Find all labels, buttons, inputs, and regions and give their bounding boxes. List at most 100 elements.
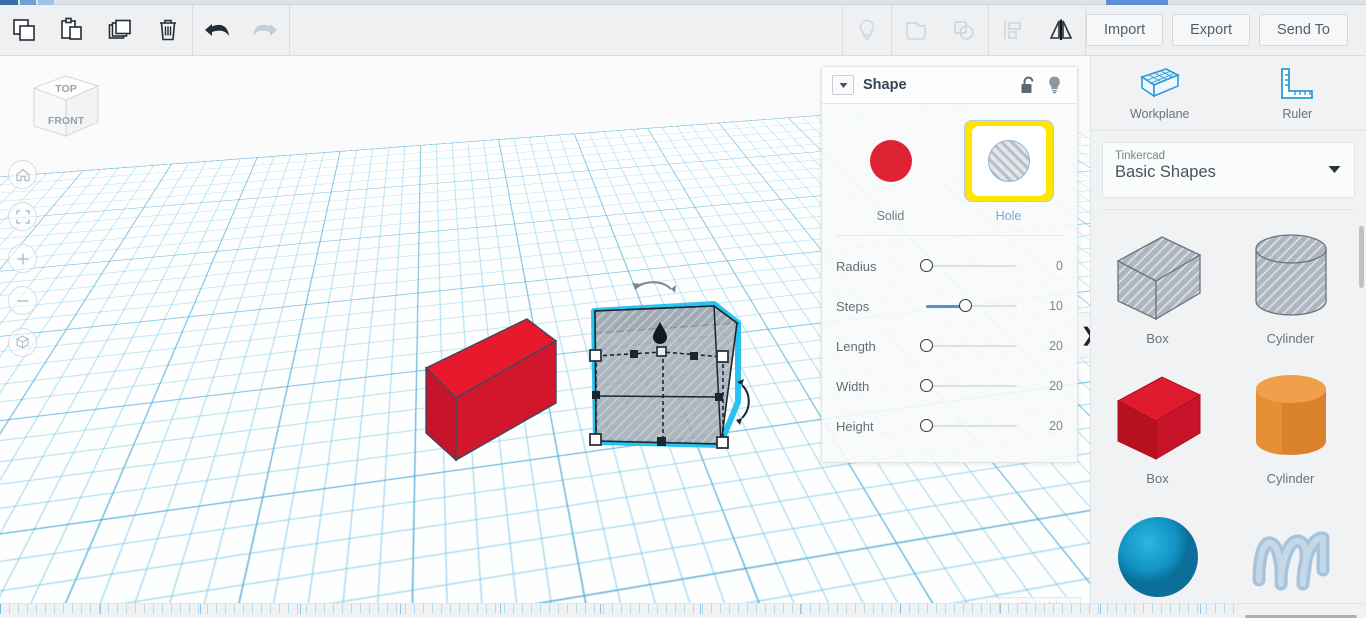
width-label: Width	[836, 378, 870, 394]
length-value[interactable]: 20	[1033, 339, 1063, 353]
undo-button[interactable]	[193, 5, 241, 56]
export-button[interactable]: Export	[1172, 14, 1251, 46]
hole-box[interactable]	[578, 278, 753, 453]
hole-mode-option[interactable]: Hole	[963, 120, 1055, 223]
height-slider[interactable]	[916, 416, 1025, 436]
object-tools-group	[843, 4, 1085, 56]
shape-sphere-blue[interactable]: Sphere	[1091, 496, 1224, 603]
length-slider[interactable]	[916, 336, 1025, 356]
align-button[interactable]	[989, 5, 1037, 56]
shape-properties-list: Radius 0 Steps 10 Length 20 Width 20 Height 20	[822, 236, 1077, 462]
view-cube[interactable]: TOP FRONT	[22, 70, 104, 152]
radius-slider[interactable]	[916, 256, 1025, 276]
shape-box-red-label: Box	[1146, 470, 1169, 486]
shape-gallery[interactable]: Box Cylinder Box Cylinder Sphere Scribbl…	[1091, 216, 1366, 603]
group-icon	[906, 22, 926, 40]
width-value[interactable]: 20	[1033, 379, 1063, 393]
lock-toggle-button[interactable]	[1015, 73, 1041, 97]
shape-panel-collapse-button[interactable]	[832, 75, 854, 95]
zoom-out-button[interactable]	[8, 286, 37, 315]
height-slider-track	[926, 425, 1017, 427]
sphere-blue-thumbnail-icon	[1114, 507, 1202, 604]
perspective-toggle-button[interactable]	[8, 328, 37, 357]
steps-slider[interactable]	[916, 296, 1025, 316]
group-button[interactable]	[892, 5, 940, 56]
ungroup-button[interactable]	[940, 5, 988, 56]
lightbulb-icon	[859, 19, 875, 41]
hole-pattern-swatch	[987, 140, 1030, 182]
shape-panel-header: Shape	[822, 67, 1077, 104]
shape-cylinder-orange[interactable]: Cylinder	[1224, 356, 1357, 496]
zoom-in-button[interactable]	[8, 244, 37, 273]
ruler-tool[interactable]: Ruler	[1229, 56, 1366, 130]
height-label: Height	[836, 418, 874, 434]
tinkercad-editor: Import Export Send To TOP FRONT Shape So…	[0, 0, 1366, 618]
shape-box-hole-label: Box	[1146, 330, 1169, 346]
workplane-tool[interactable]: Workplane	[1091, 56, 1229, 130]
light-toggle-button[interactable]	[1041, 73, 1067, 97]
length-slider-thumb[interactable]	[920, 339, 933, 352]
paste-button[interactable]	[48, 5, 96, 56]
mirror-button[interactable]	[1037, 5, 1085, 56]
radius-label: Radius	[836, 258, 877, 274]
chevron-down-icon	[1328, 166, 1341, 173]
shape-cylinder-hole[interactable]: Cylinder	[1224, 216, 1357, 356]
steps-label: Steps	[836, 298, 870, 314]
solid-color-swatch	[869, 140, 912, 182]
home-view-button[interactable]	[8, 160, 37, 189]
property-row-length: Length 20	[822, 326, 1077, 366]
plus-icon	[17, 253, 28, 264]
shape-gallery-grid: Box Cylinder Box Cylinder Sphere Scribbl…	[1091, 216, 1366, 603]
shape-cylinder-hole-label: Cylinder	[1266, 330, 1315, 346]
hole-swatch-wrap	[963, 120, 1054, 202]
send-to-button[interactable]: Send To	[1259, 14, 1348, 46]
undo-arrow-icon	[205, 24, 229, 36]
steps-slider-thumb[interactable]	[959, 299, 973, 312]
scribble-thumbnail-icon	[1245, 507, 1337, 604]
redo-arrow-icon	[253, 24, 277, 36]
shape-box-hole[interactable]: Box	[1091, 216, 1224, 356]
shape-inspector-panel: Shape Solid Hole Radius 0 Steps 10 Lengt…	[821, 66, 1078, 463]
redo-button[interactable]	[241, 5, 289, 56]
shape-box-red[interactable]: Box	[1091, 356, 1224, 496]
box-red-thumbnail-icon	[1110, 367, 1206, 467]
view-cube-icon: TOP FRONT	[32, 75, 100, 137]
align-icon	[1004, 21, 1021, 39]
cube-perspective-icon	[16, 335, 29, 349]
gallery-scrollbar[interactable]	[1359, 226, 1364, 288]
red-box-geometry	[424, 318, 558, 462]
shape-cylinder-orange-label: Cylinder	[1266, 470, 1315, 486]
fit-view-button[interactable]	[8, 202, 37, 231]
solid-mode-label: Solid	[876, 209, 905, 223]
duplicate-button[interactable]	[96, 5, 144, 56]
hole-box-geometry	[589, 281, 750, 449]
property-row-height: Height 20	[822, 406, 1077, 446]
shape-library-select[interactable]: Tinkercad Basic Shapes	[1102, 142, 1355, 198]
width-slider[interactable]	[916, 376, 1025, 396]
height-slider-thumb[interactable]	[920, 419, 933, 432]
radius-value[interactable]: 0	[1033, 259, 1063, 273]
duplicate-icon	[108, 19, 131, 39]
property-row-radius: Radius 0	[822, 246, 1077, 286]
hole-swatch-inner	[971, 126, 1046, 196]
red-box[interactable]	[405, 318, 558, 462]
height-value[interactable]: 20	[1033, 419, 1063, 433]
ruler-tool-label: Ruler	[1282, 106, 1313, 121]
width-slider-thumb[interactable]	[920, 379, 933, 392]
file-actions-group: Import Export Send To	[1086, 14, 1366, 46]
hole-mode-label: Hole	[995, 209, 1022, 223]
copy-button[interactable]	[0, 5, 48, 56]
steps-value[interactable]: 10	[1033, 299, 1063, 313]
solid-mode-option[interactable]: Solid	[845, 120, 937, 223]
library-name-label: Basic Shapes	[1115, 163, 1216, 181]
box-hole-thumbnail-icon	[1110, 227, 1206, 327]
delete-button[interactable]	[144, 5, 192, 56]
light-button[interactable]	[843, 5, 891, 56]
property-row-steps: Steps 10	[822, 286, 1077, 326]
top-toolbar: Import Export Send To	[0, 4, 1366, 56]
import-button[interactable]: Import	[1086, 14, 1164, 46]
copy-icon	[13, 19, 35, 41]
shape-scribble[interactable]: Scribble	[1224, 496, 1357, 603]
trash-icon	[160, 19, 176, 41]
radius-slider-thumb[interactable]	[920, 259, 933, 272]
